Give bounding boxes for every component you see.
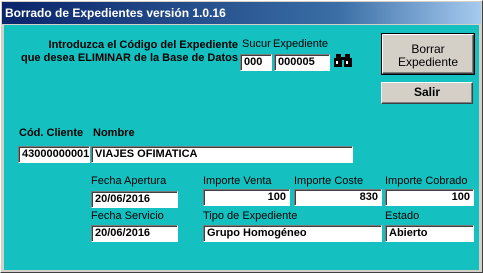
importe-venta-field[interactable]: 100	[203, 189, 290, 206]
nombre-label: Nombre	[93, 127, 135, 139]
tipo-expediente-field[interactable]: Grupo Homogéneo	[203, 225, 382, 242]
importe-venta-label: Importe Venta	[203, 175, 272, 187]
prompt-line-1: Introduzca el Código del Expediente	[48, 39, 238, 51]
estado-field[interactable]: Abierto	[385, 225, 474, 242]
importe-cobrado-label: Importe Cobrado	[385, 175, 468, 187]
importe-coste-field[interactable]: 830	[294, 189, 382, 206]
cod-cliente-label: Cód. Cliente	[19, 127, 84, 139]
fecha-apertura-field[interactable]: 20/06/2016	[91, 191, 178, 208]
salir-button[interactable]: Salir	[381, 82, 473, 104]
tipo-expediente-label: Tipo de Expediente	[203, 210, 298, 222]
expediente-field[interactable]: 000005	[274, 54, 330, 71]
window-title[interactable]: Borrado de Expedientes versión 1.0.16	[2, 2, 481, 24]
binoculars-icon[interactable]	[333, 52, 353, 70]
window: Borrado de Expedientes versión 1.0.16 In…	[0, 0, 483, 273]
fecha-servicio-field[interactable]: 20/06/2016	[91, 225, 178, 242]
prompt-line-2: que desea ELIMINAR de la Base de Datos	[20, 52, 238, 64]
fecha-apertura-label: Fecha Apertura	[91, 175, 167, 187]
estado-label: Estado	[385, 210, 420, 222]
sucur-field[interactable]: 000	[240, 54, 272, 71]
sucur-label: Sucur	[242, 38, 271, 50]
borrar-expediente-button[interactable]: Borrar Expediente	[381, 33, 475, 75]
importe-coste-label: Importe Coste	[294, 175, 364, 187]
importe-cobrado-field[interactable]: 100	[385, 189, 474, 206]
form-panel: Introduzca el Código del Expediente que …	[4, 25, 479, 270]
borrar-label-line2: Expediente	[397, 55, 459, 69]
fecha-servicio-label: Fecha Servicio	[91, 210, 164, 222]
cod-cliente-field[interactable]: 43000000001	[18, 146, 90, 163]
nombre-field[interactable]: VIAJES OFIMATICA	[91, 146, 353, 163]
expediente-label: Expediente	[273, 38, 329, 50]
